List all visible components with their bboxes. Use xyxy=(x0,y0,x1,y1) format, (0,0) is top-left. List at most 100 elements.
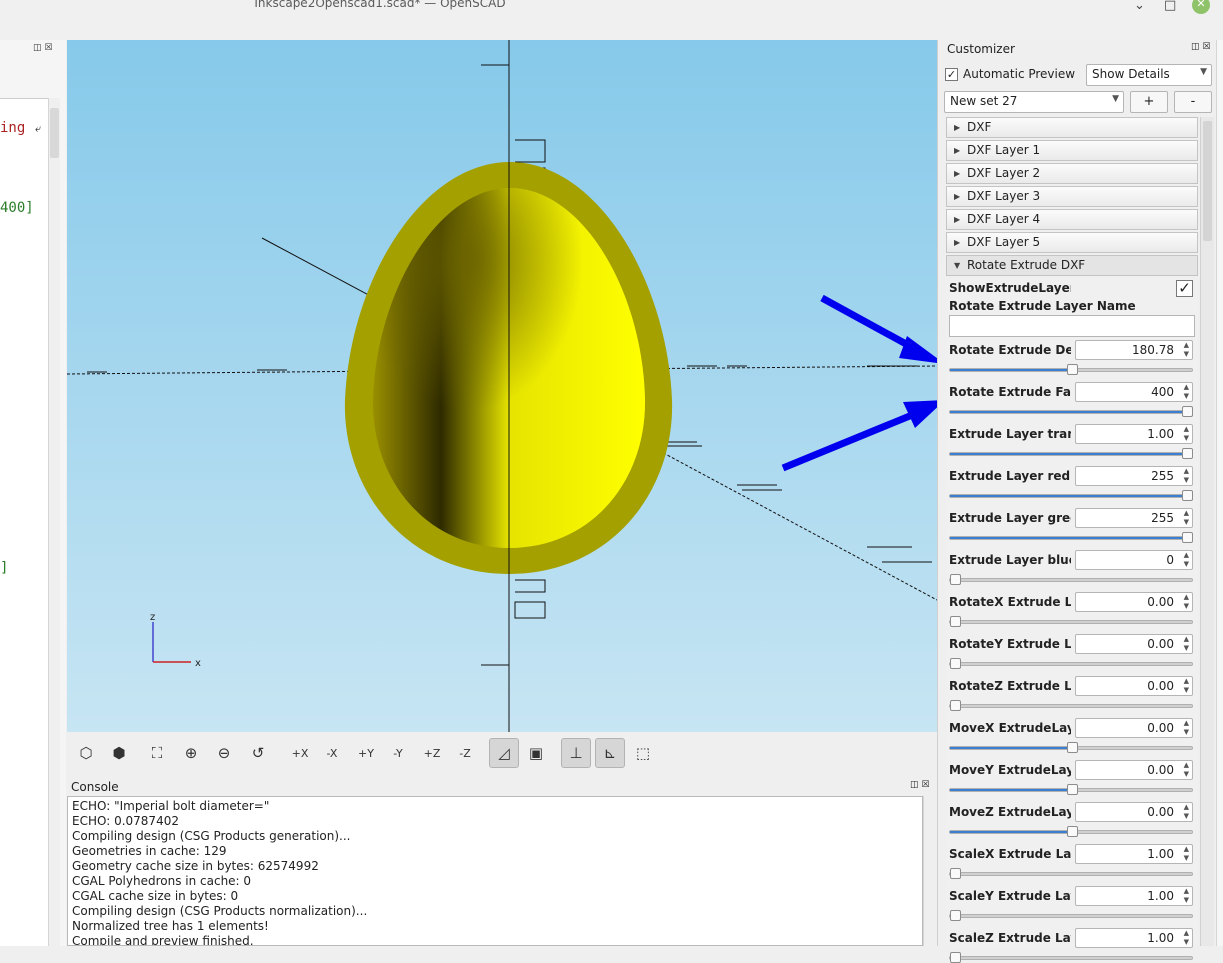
spin-arrows-icon[interactable]: ▲ ▼ xyxy=(1184,383,1189,401)
slider-handle[interactable] xyxy=(950,658,961,669)
spin-arrows-icon[interactable]: ▲ ▼ xyxy=(1184,929,1189,947)
slider-handle[interactable] xyxy=(950,868,961,879)
customizer-scrollbar[interactable] xyxy=(1200,117,1214,946)
param-spinbox[interactable]: 1.00 ▲ ▼ xyxy=(1075,928,1193,948)
view-right-icon[interactable]: +X xyxy=(285,738,315,768)
spin-arrows-icon[interactable]: ▲ ▼ xyxy=(1184,719,1189,737)
param-slider[interactable] xyxy=(949,532,1193,543)
param-spinbox[interactable]: 0 ▲ ▼ xyxy=(1075,550,1193,570)
param-spinbox[interactable]: 1.00 ▲ ▼ xyxy=(1075,844,1193,864)
zoom-out-icon[interactable]: ⊖ xyxy=(209,738,239,768)
preview-render-icon[interactable]: ⬡ xyxy=(71,738,101,768)
slider-handle[interactable] xyxy=(1182,448,1193,459)
param-slider[interactable] xyxy=(949,574,1193,585)
param-spinbox[interactable]: 0.00 ▲ ▼ xyxy=(1075,676,1193,696)
automatic-preview-checkbox[interactable]: ✓ xyxy=(945,68,958,81)
param-slider[interactable] xyxy=(949,406,1193,417)
group-dxf-layer-5[interactable]: ▶ DXF Layer 5 xyxy=(946,232,1198,253)
slider-handle[interactable] xyxy=(1066,742,1078,753)
spin-arrows-icon[interactable]: ▲ ▼ xyxy=(1184,467,1189,485)
editor-dock-buttons[interactable]: ◫ ☒ xyxy=(33,43,52,53)
perspective-icon[interactable]: ◿ xyxy=(489,738,519,768)
slider-handle[interactable] xyxy=(1182,532,1193,543)
param-spinbox[interactable]: 0.00 ▲ ▼ xyxy=(1075,718,1193,738)
param-spinbox[interactable]: 0.00 ▲ ▼ xyxy=(1075,592,1193,612)
slider-handle[interactable] xyxy=(950,952,961,963)
group-dxf[interactable]: ▶ DXF xyxy=(946,117,1198,138)
add-preset-button[interactable]: + xyxy=(1130,91,1168,113)
code-editor[interactable] xyxy=(0,98,48,946)
orthogonal-icon[interactable]: ▣ xyxy=(521,738,551,768)
param-slider[interactable] xyxy=(949,364,1193,375)
param-spinbox[interactable]: 0.00 ▲ ▼ xyxy=(1075,760,1193,780)
param-spinbox[interactable]: 1.00 ▲ ▼ xyxy=(1075,886,1193,906)
spin-arrows-icon[interactable]: ▲ ▼ xyxy=(1184,677,1189,695)
param-slider[interactable] xyxy=(949,616,1193,627)
spin-arrows-icon[interactable]: ▲ ▼ xyxy=(1184,635,1189,653)
slider-handle[interactable] xyxy=(1182,490,1193,501)
param-slider[interactable] xyxy=(949,490,1193,501)
spin-arrows-icon[interactable]: ▲ ▼ xyxy=(1184,425,1189,443)
param-spinbox[interactable]: 400 ▲ ▼ xyxy=(1075,382,1193,402)
slider-handle[interactable] xyxy=(1182,406,1193,417)
view-top-icon[interactable]: +Z xyxy=(417,738,447,768)
render-icon[interactable]: ⬢ xyxy=(104,738,134,768)
view-front-icon[interactable]: -Y xyxy=(383,738,413,768)
show-edges-icon[interactable]: ⬚ xyxy=(628,738,658,768)
slider-handle[interactable] xyxy=(950,616,961,627)
slider-handle[interactable] xyxy=(1066,784,1078,795)
spin-arrows-icon[interactable]: ▲ ▼ xyxy=(1184,761,1189,779)
minimize-icon[interactable]: ⌄ xyxy=(1134,0,1145,13)
spin-arrows-icon[interactable]: ▲ ▼ xyxy=(1184,887,1189,905)
maximize-icon[interactable]: □ xyxy=(1164,0,1176,13)
view-all-icon[interactable]: ⛶ xyxy=(142,738,172,768)
param-slider[interactable] xyxy=(949,448,1193,459)
slider-handle[interactable] xyxy=(1066,364,1078,375)
details-select[interactable]: Show Details ▼ xyxy=(1086,64,1212,86)
layer-name-input[interactable] xyxy=(949,315,1195,337)
close-icon[interactable]: ✕ xyxy=(1192,0,1210,14)
param-slider[interactable] xyxy=(949,742,1193,753)
spin-arrows-icon[interactable]: ▲ ▼ xyxy=(1184,845,1189,863)
param-slider[interactable] xyxy=(949,784,1193,795)
param-slider[interactable] xyxy=(949,700,1193,711)
console-dock-buttons[interactable]: ◫ ☒ xyxy=(910,780,929,790)
customizer-dock-buttons[interactable]: ◫ ☒ xyxy=(1191,42,1210,52)
param-spinbox[interactable]: 0.00 ▲ ▼ xyxy=(1075,634,1193,654)
param-slider[interactable] xyxy=(949,868,1193,879)
param-spinbox[interactable]: 255 ▲ ▼ xyxy=(1075,508,1193,528)
reset-view-icon[interactable]: ↺ xyxy=(243,738,273,768)
show-axes-icon[interactable]: ⊥ xyxy=(561,738,591,768)
slider-handle[interactable] xyxy=(950,910,961,921)
param-spinbox[interactable]: 180.78 ▲ ▼ xyxy=(1075,340,1193,360)
param-spinbox[interactable]: 1.00 ▲ ▼ xyxy=(1075,424,1193,444)
spin-arrows-icon[interactable]: ▲ ▼ xyxy=(1184,551,1189,569)
zoom-in-icon[interactable]: ⊕ xyxy=(176,738,206,768)
group-dxf-layer-2[interactable]: ▶ DXF Layer 2 xyxy=(946,163,1198,184)
param-spinbox[interactable]: 255 ▲ ▼ xyxy=(1075,466,1193,486)
group-dxf-layer-1[interactable]: ▶ DXF Layer 1 xyxy=(946,140,1198,161)
editor-scrollbar[interactable] xyxy=(48,98,60,946)
preset-select[interactable]: New set 27 ▼ xyxy=(944,91,1124,113)
group-rotate-extrude-dxf[interactable]: ▼ Rotate Extrude DXF xyxy=(946,255,1198,276)
3d-viewport[interactable]: z x xyxy=(67,40,937,732)
slider-handle[interactable] xyxy=(1066,826,1078,837)
show-extrude-checkbox[interactable]: ✓ xyxy=(1176,280,1193,297)
param-slider[interactable] xyxy=(949,826,1193,837)
spin-arrows-icon[interactable]: ▲ ▼ xyxy=(1184,803,1189,821)
spin-arrows-icon[interactable]: ▲ ▼ xyxy=(1184,341,1189,359)
spin-arrows-icon[interactable]: ▲ ▼ xyxy=(1184,509,1189,527)
param-slider[interactable] xyxy=(949,658,1193,669)
view-left-icon[interactable]: -X xyxy=(317,738,347,768)
remove-preset-button[interactable]: - xyxy=(1174,91,1212,113)
view-back-icon[interactable]: +Y xyxy=(351,738,381,768)
group-dxf-layer-4[interactable]: ▶ DXF Layer 4 xyxy=(946,209,1198,230)
show-scale-markers-icon[interactable]: ⊾ xyxy=(595,738,625,768)
group-dxf-layer-3[interactable]: ▶ DXF Layer 3 xyxy=(946,186,1198,207)
param-slider[interactable] xyxy=(949,952,1193,963)
slider-handle[interactable] xyxy=(950,574,961,585)
view-bottom-icon[interactable]: -Z xyxy=(450,738,480,768)
param-slider[interactable] xyxy=(949,910,1193,921)
spin-arrows-icon[interactable]: ▲ ▼ xyxy=(1184,593,1189,611)
param-spinbox[interactable]: 0.00 ▲ ▼ xyxy=(1075,802,1193,822)
